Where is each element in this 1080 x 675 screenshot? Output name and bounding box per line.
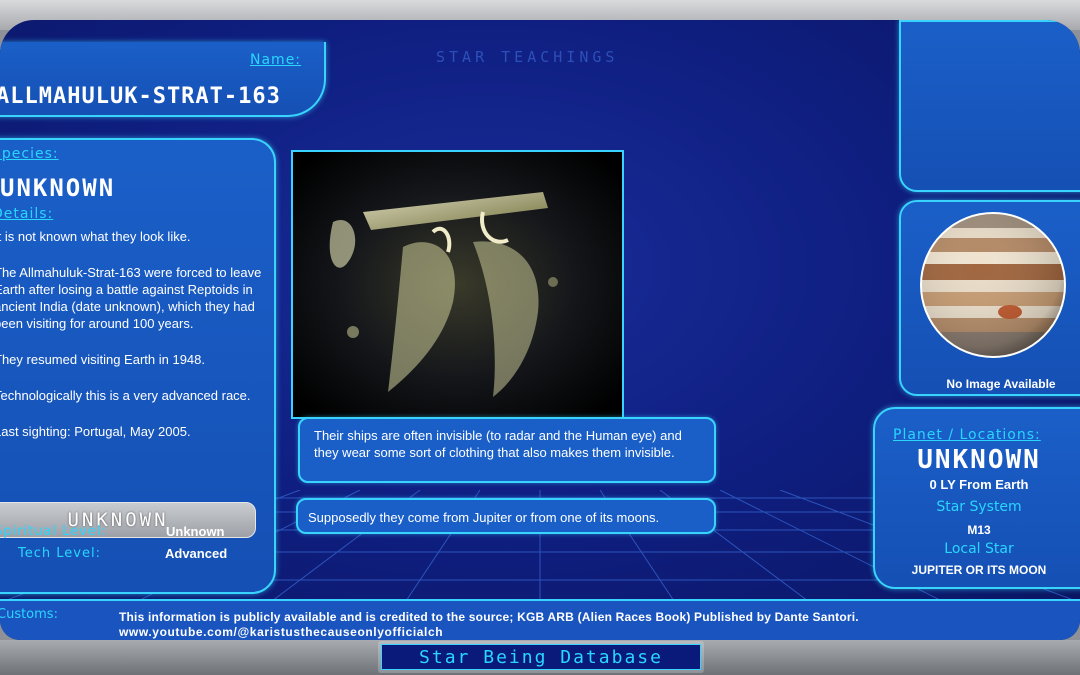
- ships-info-box: Their ships are often invisible (to rada…: [298, 417, 716, 483]
- planet-caption: No Image Available: [946, 377, 1056, 391]
- planet-image: [920, 212, 1066, 358]
- youtube-link[interactable]: www.youtube.com/@karistusthecauseonlyoff…: [119, 625, 443, 639]
- details-paragraph: Last sighting: Portugal, May 2005.: [0, 424, 191, 439]
- spiritual-level-value: Unknown: [166, 524, 225, 539]
- being-image: [291, 150, 624, 419]
- footer-badge: Star Being Database: [378, 641, 704, 673]
- planet-panel: No Image Available: [899, 200, 1080, 396]
- ships-info-text: Their ships are often invisible (to rada…: [314, 428, 682, 460]
- location-panel: Planet / Locations: UNKNOWN 0 LY From Ea…: [873, 407, 1080, 589]
- tech-level-label: Tech Level:: [18, 546, 101, 561]
- details-paragraph: It is not known what they look like.: [0, 229, 191, 244]
- being-photo-graphic: [293, 152, 622, 417]
- location-label: Planet / Locations:: [893, 427, 1041, 443]
- database-screen: STAR TEACHINGS Name: ALLMAHULUK-STRAT-16…: [0, 20, 1080, 640]
- details-paragraph: Technologically this is a very advanced …: [0, 388, 251, 403]
- customs-bar: Customs: This information is publicly av…: [0, 599, 1080, 640]
- origin-info-box: Supposedly they come from Jupiter or fro…: [296, 498, 716, 534]
- spiritual-level-label: Spiritual Level:: [0, 524, 107, 539]
- origin-info-text: Supposedly they come from Jupiter or fro…: [308, 510, 660, 525]
- details-paragraph: They resumed visiting Earth in 1948.: [0, 352, 205, 367]
- customs-label: Customs:: [0, 607, 58, 622]
- distance-text: 0 LY From Earth: [929, 477, 1029, 492]
- details-label: Details:: [0, 206, 54, 222]
- blank-panel: [899, 20, 1080, 192]
- credit-line: This information is publicly available a…: [119, 610, 859, 624]
- local-star-value: JUPITER OR ITS MOON: [911, 563, 1047, 577]
- name-label: Name:: [250, 52, 302, 68]
- tech-level-value: Advanced: [165, 546, 228, 561]
- star-system-label: Star System: [936, 499, 1022, 515]
- location-value: UNKNOWN: [917, 445, 1041, 475]
- species-label: Species:: [0, 146, 59, 162]
- details-paragraph: The Allmahuluk-Strat-163 were forced to …: [0, 265, 262, 331]
- species-value: UNKNOWN: [0, 174, 116, 202]
- being-name: ALLMAHULUK-STRAT-163: [0, 84, 281, 109]
- page-header-title: STAR TEACHINGS: [436, 48, 619, 66]
- local-star-label: Local Star: [944, 541, 1014, 557]
- name-panel: Name: ALLMAHULUK-STRAT-163: [0, 42, 326, 117]
- details-text: It is not known what they look like. The…: [0, 228, 266, 459]
- database-title: Star Being Database: [381, 644, 701, 670]
- star-system-value: M13: [967, 523, 991, 537]
